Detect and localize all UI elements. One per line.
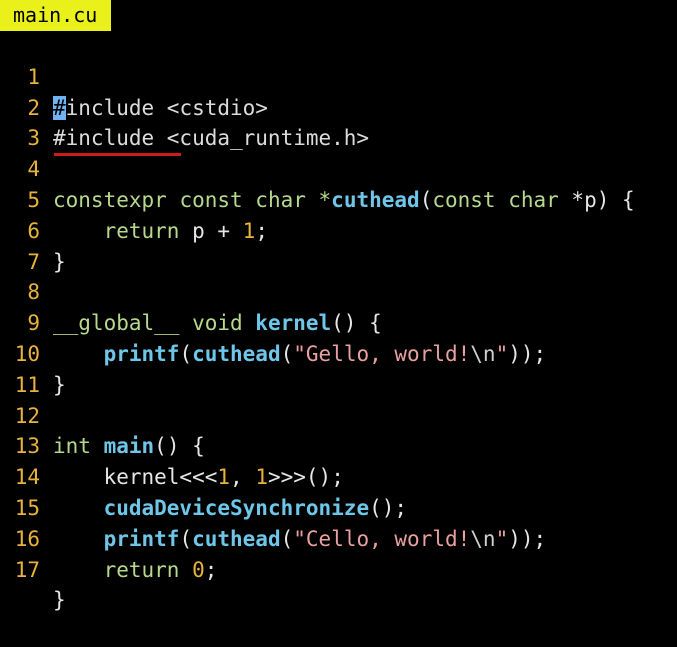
code-line: 2 #include <cuda_runtime.h> xyxy=(0,62,677,151)
code-line: 7 xyxy=(0,216,677,274)
code-line: 6 } xyxy=(0,185,677,274)
file-tab[interactable]: main.cu xyxy=(0,0,112,31)
code-editor[interactable]: 1 #include <cstdio> 2 #include <cuda_run… xyxy=(0,31,677,613)
code-line: 15 printf(cuthead("Cello, world!\n")); xyxy=(0,462,677,551)
code-line: 16 return 0; xyxy=(0,493,677,582)
code-line: 4 constexpr const char *cuthead(const ch… xyxy=(0,123,677,212)
code-line: 9 printf(cuthead("Gello, world!\n")); xyxy=(0,277,677,366)
red-underline-annotation xyxy=(54,153,181,156)
code-line: 12 int main() { xyxy=(0,370,677,459)
code-text: } xyxy=(53,588,66,613)
code-line: 8 __global__ void kernel() { xyxy=(0,247,677,335)
code-line: 5 return p + 1; xyxy=(0,154,677,243)
punctuation xyxy=(179,558,192,582)
code-line: 13 kernel<<<1, 1>>>(); xyxy=(0,401,677,489)
code-line: 11 xyxy=(0,339,677,397)
code-line: 1 #include <cstdio> xyxy=(0,31,677,120)
code-line: 10 } xyxy=(0,308,677,397)
number-literal: 0 xyxy=(192,557,205,582)
line-number: 17 xyxy=(14,557,40,582)
code-line: 3 xyxy=(0,93,677,150)
code-text: return 0; xyxy=(53,555,218,586)
punctuation: ; xyxy=(204,557,218,582)
code-line: 14 cudaDeviceSynchronize(); xyxy=(0,431,677,520)
keyword: return xyxy=(103,557,180,582)
